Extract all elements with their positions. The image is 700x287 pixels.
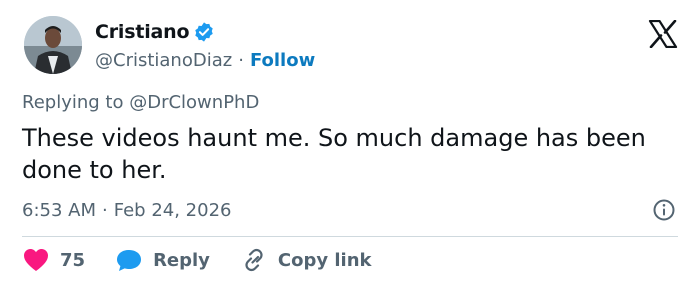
copy-link-label: Copy link bbox=[277, 249, 372, 271]
avatar-photo bbox=[24, 16, 82, 74]
tweet-time: 6:53 AM bbox=[22, 199, 96, 221]
verified-badge-icon bbox=[193, 21, 215, 43]
separator-dot: · bbox=[238, 49, 244, 71]
copy-link-button[interactable]: Copy link bbox=[240, 247, 372, 273]
tweet-text: These videos haunt me. So much damage ha… bbox=[22, 124, 646, 184]
x-logo-icon[interactable] bbox=[648, 20, 678, 48]
replying-prefix: Replying to bbox=[22, 92, 124, 113]
link-icon bbox=[240, 247, 268, 273]
tweet-card: Cristiano @CristianoDiaz · Follow Replyi… bbox=[0, 0, 700, 287]
divider bbox=[22, 236, 678, 237]
like-count: 75 bbox=[60, 249, 86, 271]
replying-to-line: Replying to @DrClownPhD bbox=[22, 92, 259, 113]
avatar[interactable] bbox=[24, 16, 82, 74]
heart-icon bbox=[22, 247, 50, 273]
info-icon[interactable] bbox=[652, 198, 676, 222]
author-handle-row: @CristianoDiaz · Follow bbox=[95, 47, 315, 73]
reply-label: Reply bbox=[153, 249, 210, 271]
like-button[interactable]: 75 bbox=[22, 247, 85, 273]
action-bar: 75 Reply Copy link bbox=[22, 246, 372, 274]
follow-button[interactable]: Follow bbox=[250, 50, 315, 71]
tweet-date: Feb 24, 2026 bbox=[113, 199, 232, 221]
author-display-name[interactable]: Cristiano bbox=[95, 21, 190, 43]
tweet-timestamp[interactable]: 6:53 AM · Feb 24, 2026 bbox=[22, 197, 231, 223]
reply-bubble-icon bbox=[115, 247, 143, 273]
author-handle[interactable]: @CristianoDiaz bbox=[95, 50, 232, 71]
reply-button[interactable]: Reply bbox=[115, 247, 210, 273]
author-name-row: Cristiano bbox=[95, 18, 215, 46]
replying-to-handle[interactable]: @DrClownPhD bbox=[129, 92, 259, 113]
separator-dot: · bbox=[102, 199, 108, 221]
